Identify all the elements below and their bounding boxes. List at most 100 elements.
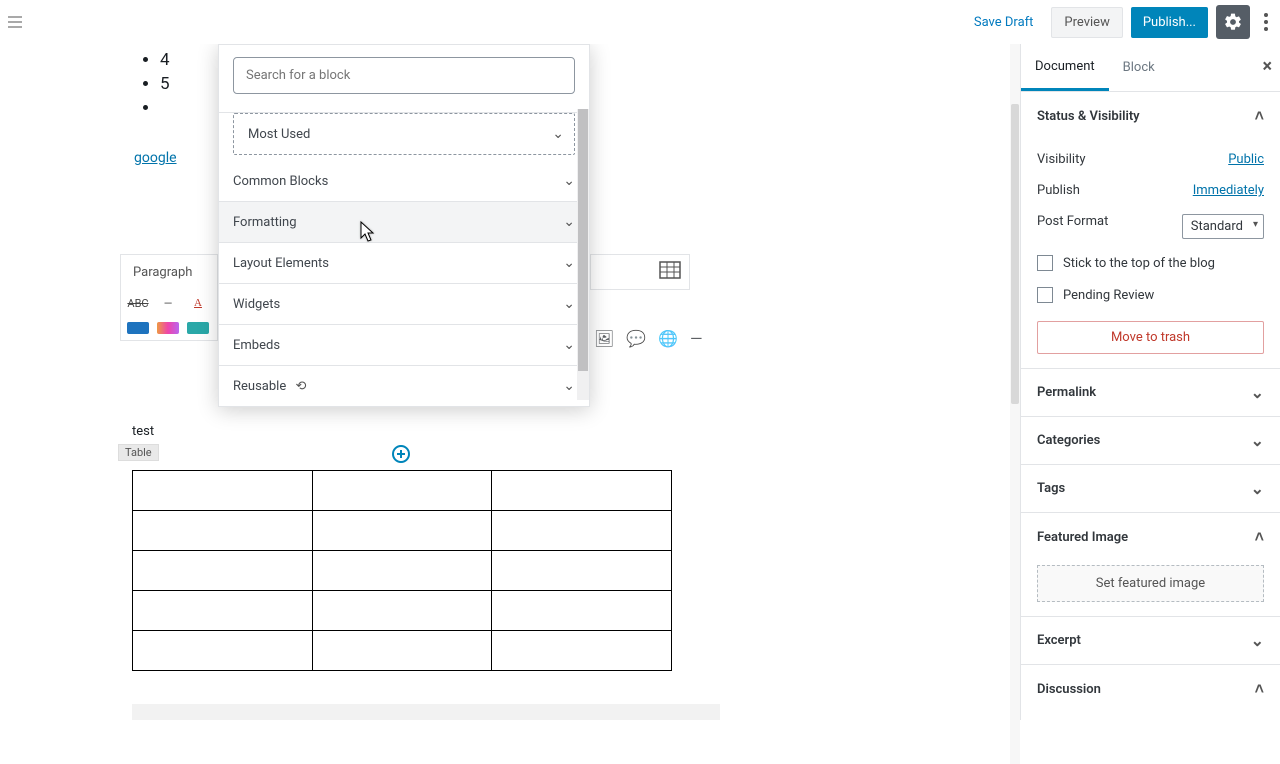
block-search-input[interactable]	[234, 58, 574, 93]
panel-permalink: Permalink ⌄	[1021, 369, 1280, 417]
panel-categories: Categories ⌄	[1021, 417, 1280, 465]
panel-title: Discussion	[1037, 682, 1101, 697]
sticky-checkbox[interactable]	[1037, 255, 1053, 271]
table-block[interactable]	[132, 470, 672, 671]
text-color-icon[interactable]: A	[187, 292, 209, 314]
table-row[interactable]	[133, 551, 672, 591]
preview-fragment: his is a	[132, 704, 720, 720]
category-label: Formatting	[233, 215, 297, 230]
chevron-down-icon: ⌄	[1251, 631, 1264, 650]
pending-label: Pending Review	[1063, 288, 1154, 303]
chevron-up-icon: ˄	[1255, 679, 1264, 699]
hr-icon[interactable]: —	[157, 292, 179, 314]
post-format-select[interactable]: Standard	[1182, 214, 1264, 239]
comment-icon[interactable]: 💬	[626, 329, 644, 347]
table-row[interactable]	[133, 471, 672, 511]
swatch-blue[interactable]	[127, 322, 149, 334]
block-label-table: Table	[118, 444, 159, 461]
link-google[interactable]: google	[134, 150, 177, 166]
move-to-trash-button[interactable]: Move to trash	[1037, 321, 1264, 354]
inserter-category-formatting[interactable]: Formatting ⌄	[219, 202, 589, 243]
panel-header-categories[interactable]: Categories ⌄	[1021, 417, 1280, 464]
pending-checkbox[interactable]	[1037, 287, 1053, 303]
preview-button[interactable]: Preview	[1051, 7, 1122, 38]
settings-gear-icon[interactable]	[1216, 5, 1250, 39]
save-draft-button[interactable]: Save Draft	[964, 7, 1044, 38]
chevron-down-icon: ⌄	[563, 337, 575, 353]
reusable-icon: ⟲	[295, 379, 306, 394]
inserter-category-reusable[interactable]: Reusable ⟲ ⌄	[219, 366, 589, 406]
editor-topbar: Save Draft Preview Publish...	[0, 0, 1280, 44]
category-label: Most Used	[234, 127, 310, 142]
strike-icon[interactable]: ABC	[127, 292, 149, 314]
inserter-category-widgets[interactable]: Widgets ⌄	[219, 284, 589, 325]
category-label: Common Blocks	[233, 174, 328, 189]
chevron-up-icon: ˄	[1255, 527, 1264, 547]
publish-button[interactable]: Publish...	[1131, 7, 1208, 38]
table-row[interactable]	[133, 591, 672, 631]
inserter-category-common[interactable]: Common Blocks ⌄	[219, 161, 589, 202]
chevron-down-icon: ⌄	[563, 378, 575, 394]
chevron-down-icon: ⌄	[563, 173, 575, 189]
sticky-label: Stick to the top of the blog	[1063, 256, 1215, 271]
panel-title: Featured Image	[1037, 530, 1128, 545]
panel-header-tags[interactable]: Tags ⌄	[1021, 465, 1280, 512]
panel-discussion: Discussion ˄ Allow Comments	[1021, 665, 1280, 720]
publish-label: Publish	[1037, 183, 1080, 198]
panel-excerpt: Excerpt ⌄	[1021, 617, 1280, 665]
visibility-label: Visibility	[1037, 152, 1086, 167]
canvas-scrollbar[interactable]	[1010, 44, 1020, 764]
category-label: Widgets	[233, 297, 280, 312]
panel-header-discussion[interactable]: Discussion ˄	[1021, 665, 1280, 713]
more-options-icon[interactable]	[1258, 7, 1274, 37]
editor-canvas: 4 5 google Paragraph ABC — A 🖼 💬 🌐 —	[0, 44, 1020, 720]
chevron-down-icon: ⌄	[563, 214, 575, 230]
visibility-value-link[interactable]: Public	[1228, 152, 1264, 167]
text-block[interactable]: test	[132, 424, 154, 439]
menu-icon[interactable]	[6, 12, 26, 32]
block-inserter: Most Used ⌄ Common Blocks ⌄ Formatting ⌄…	[218, 44, 590, 407]
panel-title: Tags	[1037, 481, 1065, 496]
table-icon[interactable]	[659, 261, 681, 283]
panel-title: Status & Visibility	[1037, 109, 1140, 124]
block-toolbar-right	[590, 254, 690, 290]
chevron-up-icon: ˄	[1255, 106, 1264, 126]
chevron-down-icon: ⌄	[1251, 383, 1264, 402]
inserter-category-layout[interactable]: Layout Elements ⌄	[219, 243, 589, 284]
image-icon[interactable]: 🖼	[594, 329, 612, 347]
category-label: Reusable	[233, 379, 286, 394]
close-sidebar-icon[interactable]: ×	[1262, 56, 1272, 77]
tab-document[interactable]: Document	[1021, 45, 1109, 91]
panel-header-excerpt[interactable]: Excerpt ⌄	[1021, 617, 1280, 664]
dash-icon[interactable]: —	[690, 329, 703, 347]
category-label: Embeds	[233, 338, 280, 353]
chevron-down-icon: ⌄	[1251, 479, 1264, 498]
inserter-category-embeds[interactable]: Embeds ⌄	[219, 325, 589, 366]
chevron-down-icon: ⌄	[563, 255, 575, 271]
tab-block[interactable]: Block	[1109, 46, 1169, 89]
chevron-down-icon: ⌄	[563, 296, 575, 312]
swatch-pink[interactable]	[157, 322, 179, 334]
panel-title: Categories	[1037, 433, 1100, 448]
panel-featured-image: Featured Image ˄ Set featured image	[1021, 513, 1280, 617]
panel-title: Permalink	[1037, 385, 1096, 400]
inserter-scrollbar[interactable]	[577, 109, 589, 400]
panel-header-status[interactable]: Status & Visibility ˄	[1021, 92, 1280, 140]
panel-header-featured[interactable]: Featured Image ˄	[1021, 513, 1280, 561]
table-row[interactable]	[133, 511, 672, 551]
block-toolbar-left: Paragraph ABC — A	[120, 254, 218, 341]
settings-sidebar: Document Block × Status & Visibility ˄ V…	[1020, 44, 1280, 720]
inserter-category-most-used[interactable]: Most Used ⌄	[233, 113, 575, 155]
panel-tags: Tags ⌄	[1021, 465, 1280, 513]
globe-icon[interactable]: 🌐	[658, 329, 676, 347]
panel-status: Status & Visibility ˄ Visibility Public …	[1021, 92, 1280, 369]
add-block-button[interactable]	[392, 445, 410, 463]
swatch-teal[interactable]	[187, 322, 209, 334]
post-format-label: Post Format	[1037, 214, 1108, 239]
panel-header-permalink[interactable]: Permalink ⌄	[1021, 369, 1280, 416]
publish-value-link[interactable]: Immediately	[1193, 183, 1264, 198]
table-row[interactable]	[133, 631, 672, 671]
category-label: Layout Elements	[233, 256, 329, 271]
block-type-label[interactable]: Paragraph	[121, 255, 217, 290]
set-featured-image-button[interactable]: Set featured image	[1037, 565, 1264, 602]
